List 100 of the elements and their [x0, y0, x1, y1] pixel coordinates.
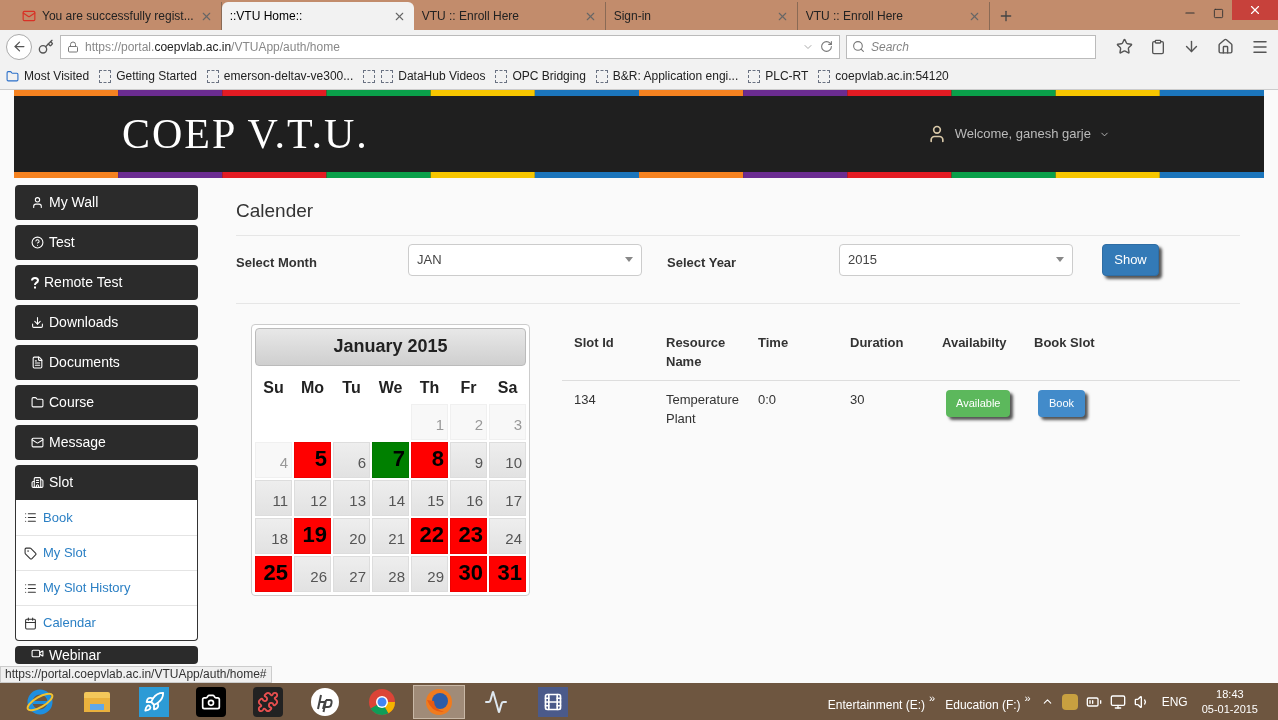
- bookmark-item[interactable]: B&R: Application engi...: [595, 67, 739, 85]
- day-cell[interactable]: 14: [372, 479, 409, 516]
- booked-day-cell[interactable]: 31: [489, 555, 526, 592]
- weekday-label: We: [377, 377, 404, 398]
- day-cell[interactable]: 20: [333, 517, 370, 554]
- booked-day-cell[interactable]: 22: [411, 517, 448, 554]
- weekday-label: Mo: [299, 377, 326, 398]
- tab-title: VTU :: Enroll Here: [421, 8, 520, 25]
- chevron-text[interactable]: »: [1024, 689, 1031, 706]
- search-field[interactable]: Search: [846, 34, 1096, 59]
- day-cell[interactable]: 11: [255, 479, 292, 516]
- clock[interactable]: 18:43 05-01-2015: [1201, 686, 1258, 717]
- back-button[interactable]: [6, 33, 32, 60]
- booked-day-cell[interactable]: 19: [294, 517, 331, 554]
- bookmark-star-icon[interactable]: [1116, 38, 1133, 55]
- year-select[interactable]: 2015: [839, 243, 1073, 276]
- chevron-text[interactable]: »: [929, 689, 936, 706]
- column-header: Availabilty: [942, 333, 1008, 352]
- building-icon: [31, 476, 44, 489]
- column-header: Time: [758, 333, 790, 352]
- sidebar-item[interactable]: Webinar: [15, 646, 198, 664]
- video-camera-icon: [538, 686, 568, 717]
- user-menu[interactable]: Welcome, ganesh garje: [926, 124, 1110, 144]
- toolbar-label[interactable]: Entertainment (E:): [827, 695, 926, 714]
- caret-icon: [1056, 257, 1064, 262]
- page-icon: [495, 69, 508, 83]
- address-bar[interactable]: https://portal.coepvlab.ac.in/VTUApp/auth/home: [60, 34, 840, 59]
- day-cell[interactable]: 27: [333, 555, 370, 592]
- home-icon[interactable]: [1217, 38, 1234, 55]
- lock-icon: [67, 40, 79, 53]
- download-icon[interactable]: [1183, 38, 1200, 55]
- booked-day-cell[interactable]: 25: [255, 555, 292, 592]
- question-mark-icon: [31, 276, 39, 289]
- bookmark-item[interactable]: coepvlab.ac.in:54120: [818, 67, 949, 85]
- submenu-item[interactable]: My Slot: [16, 535, 197, 570]
- selected-day-cell[interactable]: 7: [372, 441, 409, 478]
- network-icon[interactable]: [1109, 693, 1126, 710]
- sidebar-item[interactable]: Remote Test: [15, 265, 198, 300]
- page-icon: [818, 69, 831, 83]
- sidebar-item[interactable]: Documents: [15, 345, 198, 380]
- day-cell[interactable]: 26: [294, 555, 331, 592]
- weekday-label: Su: [262, 377, 285, 398]
- booked-day-cell[interactable]: 23: [450, 517, 487, 554]
- day-cell[interactable]: 6: [333, 441, 370, 478]
- tab-title: VTU :: Enroll Here: [805, 8, 904, 25]
- close-icon: [1248, 3, 1262, 17]
- toolbar-label[interactable]: Education (F:): [945, 695, 1021, 714]
- browser-tab[interactable]: ::VTU Home::: [221, 2, 414, 30]
- day-cell[interactable]: 28: [372, 555, 409, 592]
- bookmark-item[interactable]: Most Visited: [6, 67, 90, 85]
- sidebar-item[interactable]: Message: [15, 425, 198, 460]
- calendar-title: January 2015: [255, 327, 526, 366]
- booked-day-cell[interactable]: 30: [450, 555, 487, 592]
- submenu-item[interactable]: My Slot History: [16, 570, 197, 605]
- day-cell[interactable]: 10: [489, 441, 526, 478]
- show-button[interactable]: Show: [1102, 243, 1159, 276]
- day-cell[interactable]: 29: [411, 555, 448, 592]
- site-logo: COEP V.T.U.: [122, 109, 369, 159]
- day-cell: 4: [255, 441, 292, 478]
- day-cell[interactable]: 17: [489, 479, 526, 516]
- column-header: Book Slot: [1034, 333, 1096, 352]
- bookmark-item[interactable]: PLC-RT: [748, 67, 809, 85]
- day-cell[interactable]: 12: [294, 479, 331, 516]
- bookmark-item[interactable]: DataHub Videos: [363, 67, 486, 85]
- booked-day-cell[interactable]: 5: [294, 441, 331, 478]
- book-button[interactable]: Book: [1038, 389, 1086, 417]
- user-icon: [31, 196, 44, 209]
- sidebar-item[interactable]: My Wall: [15, 185, 198, 220]
- bookmark-item[interactable]: Getting Started: [99, 67, 197, 85]
- day-cell[interactable]: 18: [255, 517, 292, 554]
- submenu-item[interactable]: Book: [16, 500, 197, 535]
- status-url-tooltip: https://portal.coepvlab.ac.in/VTUApp/auth/home#: [0, 666, 272, 683]
- url-text: https://portal.coepvlab.ac.in/VTUApp/auth/home: [85, 38, 341, 56]
- language-indicator[interactable]: ENG: [1161, 692, 1188, 711]
- bookmark-item[interactable]: OPC Bridging: [495, 67, 586, 85]
- table-cell-text: 134: [574, 390, 597, 409]
- restore-icon[interactable]: [1213, 7, 1224, 19]
- day-cell[interactable]: 15: [411, 479, 448, 516]
- month-select[interactable]: JAN: [408, 243, 642, 276]
- sidebar-item[interactable]: Slot: [15, 465, 198, 500]
- bookmark-item[interactable]: emerson-deltav-ve300...: [206, 67, 354, 85]
- day-cell[interactable]: 13: [333, 479, 370, 516]
- key-icon[interactable]: [38, 38, 54, 55]
- sidebar-item[interactable]: Course: [15, 385, 198, 420]
- day-cell[interactable]: 16: [450, 479, 487, 516]
- bookmark-folder-icon: [6, 69, 19, 83]
- day-cell[interactable]: 9: [450, 441, 487, 478]
- reload-icon[interactable]: [820, 40, 833, 53]
- booked-day-cell[interactable]: 8: [411, 441, 448, 478]
- download-icon: [31, 316, 44, 329]
- day-cell[interactable]: 21: [372, 517, 409, 554]
- reading-list-icon[interactable]: [1150, 38, 1166, 55]
- sidebar-item[interactable]: Test: [15, 225, 198, 260]
- page-icon: [363, 69, 394, 83]
- column-header: Duration: [850, 333, 905, 352]
- sidebar-item[interactable]: Downloads: [15, 305, 198, 340]
- submenu-item[interactable]: Calendar: [16, 605, 197, 640]
- page-icon: [748, 69, 761, 83]
- tab-title: Sign-in: [613, 8, 652, 25]
- day-cell[interactable]: 24: [489, 517, 526, 554]
